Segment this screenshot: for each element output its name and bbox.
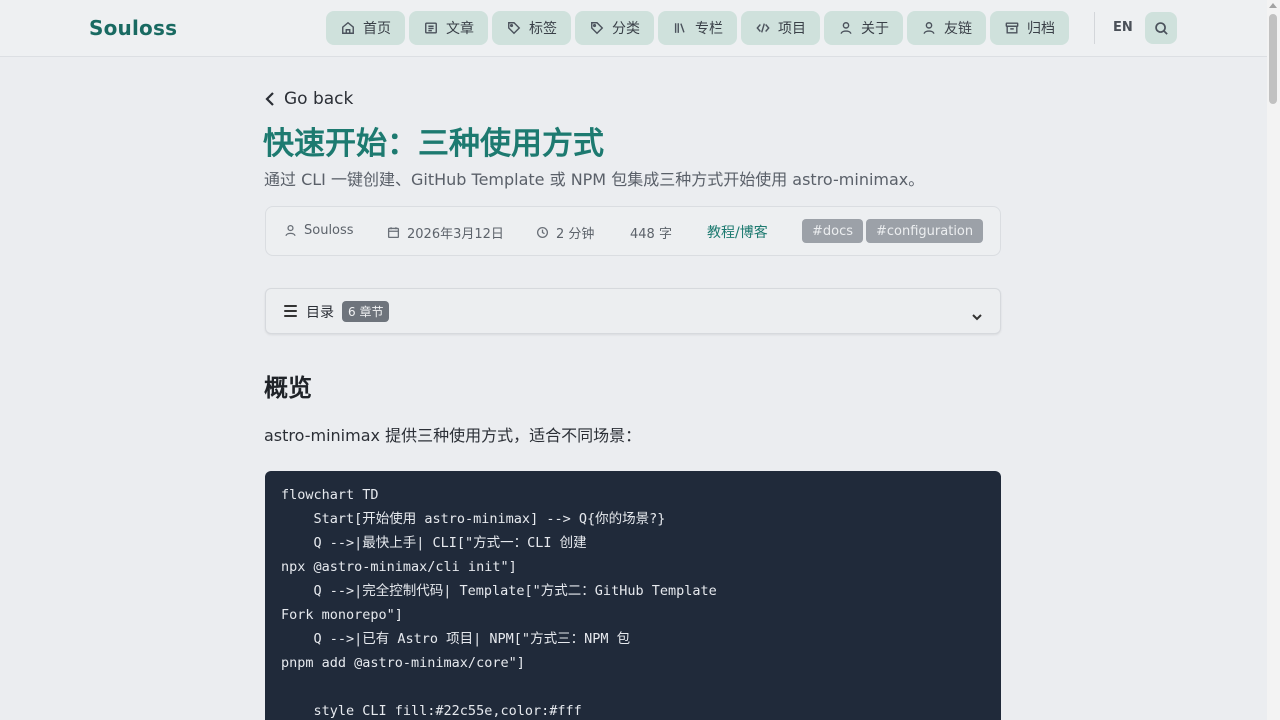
nav-item-friends[interactable]: 友链: [907, 11, 986, 45]
nav-item-projects[interactable]: 项目: [741, 11, 820, 45]
code-line: Fork monorepo"]: [281, 607, 403, 623]
code-line: style CLI fill:#22c55e,color:#fff: [281, 703, 582, 719]
header-divider: [1094, 12, 1095, 44]
article-meta: Souloss 2026年3月12日 2 分钟 448 字 教程/博客 #doc…: [265, 206, 1001, 256]
archive-icon: [1005, 22, 1019, 34]
meta-author: Souloss: [284, 223, 354, 238]
tag-icon: [508, 22, 521, 35]
code-line: Q -->|最快上手| CLI["方式一：CLI 创建: [281, 535, 587, 551]
toc-section-count: 6 章节: [342, 301, 390, 322]
intro-paragraph: astro-minimax 提供三种使用方式，适合不同场景：: [264, 426, 642, 445]
nav-item-about[interactable]: 关于: [824, 11, 903, 45]
code-line: pnpm add @astro-minimax/core"]: [281, 655, 525, 671]
code-block: flowchart TD Start[开始使用 astro-minimax] -…: [265, 471, 1001, 720]
user-icon: [285, 224, 296, 237]
user-icon: [923, 22, 935, 34]
nav-item-categories[interactable]: 分类: [575, 11, 654, 45]
meta-date: 2026年3月12日: [387, 223, 504, 242]
page-title: 快速开始：三种使用方式: [263, 126, 604, 162]
article-icon: [425, 22, 437, 34]
nav-label: 首页: [363, 21, 391, 37]
category-link[interactable]: 教程/博客: [707, 222, 768, 242]
search-button[interactable]: [1145, 12, 1177, 44]
word-count: 448 字: [630, 227, 672, 242]
nav-item-articles[interactable]: 文章: [409, 11, 488, 45]
section-heading: 概览: [264, 374, 312, 402]
home-icon: [342, 21, 354, 34]
read-time: 2 分钟: [556, 227, 595, 242]
scrollbar-thumb[interactable]: [1269, 14, 1277, 104]
chevron-down-icon: [972, 306, 982, 321]
menu-icon: [284, 305, 297, 317]
main-nav: 首页 文章 标签 分类 专栏 项目 关于 友链 归档: [326, 11, 1069, 45]
search-icon: [1154, 21, 1168, 35]
code-line: Start[开始使用 astro-minimax] --> Q{你的场景?}: [281, 511, 666, 527]
code-line: flowchart TD: [281, 487, 379, 503]
code-line: Q -->|已有 Astro 项目| NPM["方式三：NPM 包: [281, 631, 631, 647]
calendar-icon: [387, 227, 400, 239]
language-toggle[interactable]: EN: [1113, 20, 1133, 35]
code-icon: [756, 23, 770, 33]
table-of-contents-toggle[interactable]: 目录 6 章节: [265, 288, 1001, 334]
nav-label: 文章: [446, 21, 474, 37]
nav-item-archive[interactable]: 归档: [990, 11, 1069, 45]
tag-docs[interactable]: #docs: [802, 219, 864, 243]
site-header: Souloss 首页 文章 标签 分类 专栏 项目 关于 友链 归档 EN: [0, 0, 1267, 57]
chevron-left-icon: [265, 92, 274, 106]
nav-label: 专栏: [695, 21, 723, 37]
publish-date: 2026年3月12日: [407, 227, 504, 242]
user-icon: [840, 22, 852, 34]
category-icon: [591, 22, 604, 35]
nav-label: 分类: [612, 21, 640, 37]
author-name: Souloss: [304, 223, 354, 238]
nav-item-tags[interactable]: 标签: [492, 11, 571, 45]
nav-label: 项目: [778, 21, 806, 37]
scroll-up-icon[interactable]: [1269, 3, 1277, 8]
code-line: Q -->|完全控制代码| Template["方式二：GitHub Templ…: [281, 583, 717, 599]
clock-icon: [536, 226, 549, 239]
meta-word-count: 448 字: [630, 223, 672, 242]
nav-label: 归档: [1027, 21, 1055, 37]
nav-item-home[interactable]: 首页: [326, 11, 405, 45]
code-line: npx @astro-minimax/cli init"]: [281, 559, 517, 575]
nav-label: 关于: [861, 21, 889, 37]
page-subtitle: 通过 CLI 一键创建、GitHub Template 或 NPM 包集成三种方…: [264, 170, 925, 189]
go-back-label: Go back: [284, 89, 354, 109]
nav-label: 标签: [529, 21, 557, 37]
page-scrollbar[interactable]: [1267, 0, 1280, 720]
go-back-link[interactable]: Go back: [264, 89, 353, 109]
nav-label: 友链: [944, 21, 972, 37]
book-icon: [674, 23, 685, 33]
meta-read-time: 2 分钟: [536, 223, 594, 242]
tag-configuration[interactable]: #configuration: [866, 219, 984, 243]
site-brand[interactable]: Souloss: [89, 16, 177, 40]
toc-label: 目录: [306, 305, 334, 321]
nav-item-columns[interactable]: 专栏: [658, 11, 737, 45]
